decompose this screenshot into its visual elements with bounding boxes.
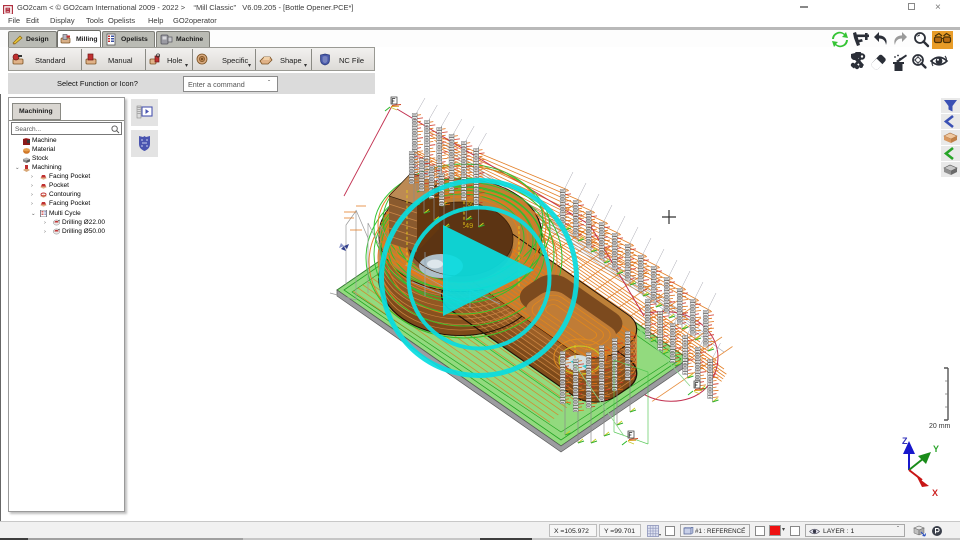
svg-text:49: 49 — [465, 221, 473, 230]
svg-text:Z: Z — [902, 436, 908, 446]
svg-text:X: X — [932, 488, 938, 498]
svg-text:20 mm: 20 mm — [929, 423, 951, 430]
svg-text:Y: Y — [933, 444, 939, 454]
